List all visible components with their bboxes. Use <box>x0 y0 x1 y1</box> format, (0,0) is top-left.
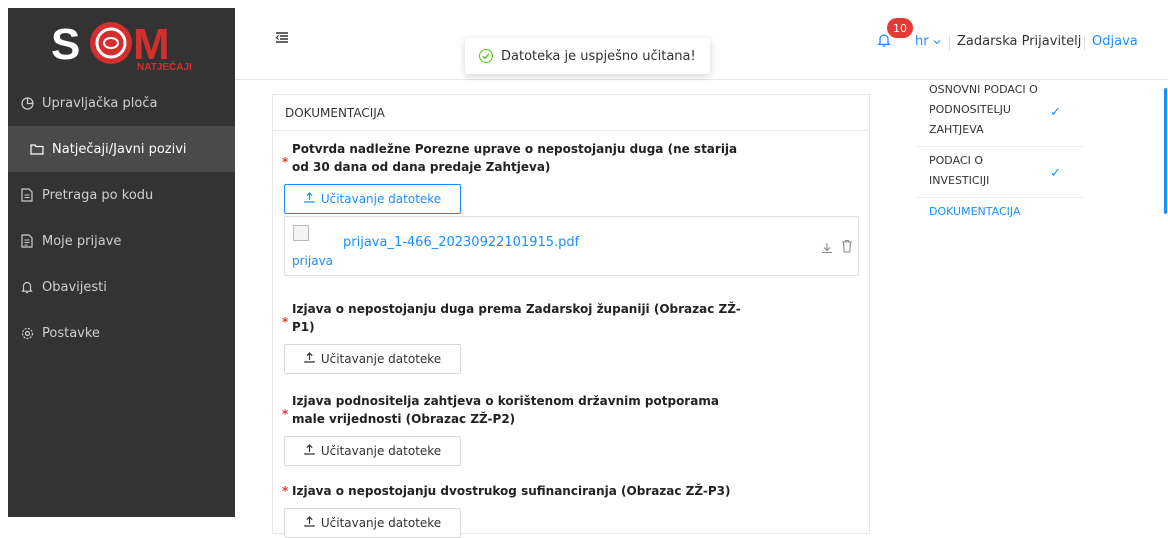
header-divider <box>1084 36 1085 50</box>
document-item: * Izjava o nepostojanju dvostrukog sufin… <box>282 482 862 538</box>
required-marker: * <box>282 484 289 498</box>
sidebar-item-dashboard[interactable]: Upravljačka ploča <box>8 80 235 126</box>
language-label: hr <box>915 34 929 49</box>
step-label: OSNOVNI PODACI O PODNOSITELJU ZAHTJEVA <box>929 83 1038 136</box>
document-title: * Potvrda nadležne Porezne uprave o nepo… <box>282 142 738 174</box>
check-icon: ✓ <box>1050 166 1061 181</box>
chevron-down-icon <box>933 34 941 49</box>
required-marker: * <box>282 155 289 169</box>
file-preview-thumbnail <box>293 225 309 241</box>
svg-text:S: S <box>51 20 80 69</box>
sidebar-item-my-applications[interactable]: Moje prijave <box>8 218 235 264</box>
sidebar-item-label: Obavijesti <box>42 279 107 295</box>
form-steps-nav: OSNOVNI PODACI O PODNOSITELJU ZAHTJEVA ✓… <box>915 76 1112 228</box>
document-item: * Izjava o nepostojanju duga prema Zadar… <box>282 300 862 374</box>
document-icon <box>20 188 34 202</box>
uploaded-file-link[interactable]: prijava_1-466_20230922101915.pdf <box>343 235 579 250</box>
sidebar-item-notifications[interactable]: Obavijesti <box>8 264 235 310</box>
toast-message: Datoteka je uspješno učitana! <box>501 48 696 64</box>
sidebar-item-label: Natječaji/Javni pozivi <box>52 141 187 157</box>
file-preview-alt-text: prijava <box>292 254 334 268</box>
upload-file-button[interactable]: Učitavanje datoteke <box>284 436 461 466</box>
upload-icon <box>304 192 315 206</box>
upload-file-button[interactable]: Učitavanje datoteke <box>284 184 461 214</box>
scroll-indicator[interactable] <box>1164 88 1167 214</box>
section-title: DOKUMENTACIJA <box>273 95 869 131</box>
document-title: * Izjava podnositelja zahtjeva o korište… <box>282 394 719 426</box>
menu-collapse-icon[interactable] <box>275 30 289 44</box>
step-documentation[interactable]: DOKUMENTACIJA <box>915 198 1085 228</box>
step-label: PODACI O INVESTICIJI <box>929 154 990 187</box>
sidebar: S M NATJEČAJI Upravljačka ploča Natječaj… <box>8 8 235 517</box>
sidebar-item-search-by-code[interactable]: Pretraga po kodu <box>8 172 235 218</box>
top-header: Datoteka je uspješno učitana! 10 hr Zada… <box>235 0 1168 80</box>
success-toast: Datoteka je uspješno učitana! <box>465 38 710 74</box>
bell-icon <box>20 280 34 294</box>
upload-icon <box>304 444 315 458</box>
upload-file-button[interactable]: Učitavanje datoteke <box>284 344 461 374</box>
user-name: Zadarska Prijavitelj <box>957 34 1082 49</box>
required-marker: * <box>282 407 289 421</box>
sidebar-item-label: Pretraga po kodu <box>42 187 154 203</box>
check-icon: ✓ <box>1050 105 1061 120</box>
download-icon[interactable] <box>821 239 833 254</box>
sidebar-item-label: Upravljačka ploča <box>42 95 158 111</box>
dashboard-icon <box>20 96 34 110</box>
uploaded-file-card: prijava prijava_1-466_20230922101915.pdf <box>284 216 859 276</box>
file-icon <box>20 234 34 248</box>
step-label: DOKUMENTACIJA <box>929 205 1021 218</box>
notifications-count-badge: 10 <box>887 18 913 38</box>
check-circle-icon <box>479 49 493 63</box>
app-logo[interactable]: S M NATJEČAJI <box>8 8 235 78</box>
folder-icon <box>30 142 44 156</box>
document-item: * Potvrda nadležne Porezne uprave o nepo… <box>282 140 862 214</box>
sidebar-item-competitions[interactable]: Natječaji/Javni pozivi <box>8 126 235 172</box>
header-divider <box>949 36 950 50</box>
required-marker: * <box>282 315 289 329</box>
logout-link[interactable]: Odjava <box>1092 34 1138 49</box>
document-title: * Izjava o nepostojanju duga prema Zadar… <box>282 302 741 334</box>
gear-icon <box>20 326 34 340</box>
language-selector[interactable]: hr <box>915 34 941 49</box>
step-investment-data[interactable]: PODACI O INVESTICIJI ✓ <box>915 147 1085 198</box>
upload-file-button[interactable]: Učitavanje datoteke <box>284 508 461 538</box>
logo-subtitle: NATJEČAJI <box>137 60 192 73</box>
step-basic-data[interactable]: OSNOVNI PODACI O PODNOSITELJU ZAHTJEVA ✓ <box>915 76 1085 147</box>
upload-icon <box>304 516 315 530</box>
document-item: * Izjava podnositelja zahtjeva o korište… <box>282 392 862 466</box>
sidebar-item-label: Postavke <box>42 325 100 341</box>
delete-icon[interactable] <box>841 238 853 253</box>
upload-icon <box>304 352 315 366</box>
document-title: * Izjava o nepostojanju dvostrukog sufin… <box>282 484 731 498</box>
sidebar-item-settings[interactable]: Postavke <box>8 310 235 356</box>
sidebar-item-label: Moje prijave <box>42 233 122 249</box>
